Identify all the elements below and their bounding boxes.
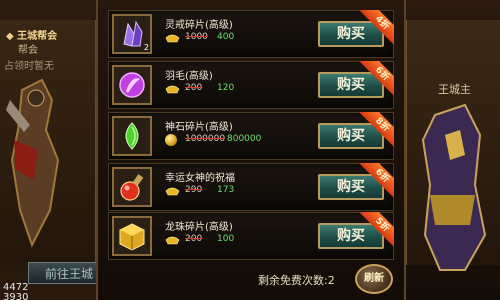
item-name: 羽毛(高级)	[165, 71, 213, 82]
gold-cube-icon	[119, 223, 145, 251]
discount-ribbon: 8折	[356, 112, 394, 150]
stat-number: 3930	[3, 292, 29, 300]
guild-title: ◆ 王城帮会	[6, 31, 58, 42]
original-price: 200	[185, 234, 203, 244]
item-name: 灵戒碎片(高级)	[165, 20, 233, 31]
gold-ingot-icon	[165, 85, 180, 94]
item-name: 神石碎片(高级)	[165, 122, 233, 133]
discount-label: 8折	[358, 112, 394, 149]
shop-item: 2 灵戒碎片(高级) 1000 400 购买 4折	[108, 10, 394, 58]
feather-orb-icon	[119, 72, 145, 98]
item-icon-frame[interactable]	[112, 65, 152, 105]
discount-label: 5折	[358, 212, 394, 249]
original-price: 1000	[185, 32, 208, 42]
discount-label: 4折	[358, 10, 394, 47]
shop-item: 龙珠碎片(高级) 200 100 购买 5折	[108, 212, 394, 260]
guild-label: 帮会	[18, 45, 38, 56]
discount-ribbon: 5折	[356, 212, 394, 250]
discount-price: 400	[217, 32, 235, 42]
item-quantity: 2	[143, 43, 149, 52]
discount-ribbon: 4折	[356, 10, 394, 48]
potion-icon	[120, 174, 144, 201]
refresh-button[interactable]: 刷新	[355, 264, 393, 294]
original-price: 200	[185, 83, 203, 93]
shop-item: 神石碎片(高级) 1000000 800000 购买 8折	[108, 112, 394, 160]
item-icon-frame[interactable]: 2	[112, 14, 152, 54]
free-refresh-count: 剩余免费次数:2	[258, 274, 335, 287]
gold-ingot-icon	[165, 187, 180, 196]
discount-price: 100	[217, 234, 235, 244]
game-screen: { "left_panel": { "title": "◆ 王城帮会", "li…	[0, 0, 500, 300]
discount-ribbon: 6折	[356, 61, 394, 99]
item-icon-frame[interactable]	[112, 116, 152, 156]
item-icon-frame[interactable]	[112, 167, 152, 207]
discount-ribbon: 6折	[356, 163, 394, 201]
shop-item: 羽毛(高级) 200 120 购买 6折	[108, 61, 394, 109]
discount-label: 6折	[358, 163, 394, 200]
item-name: 幸运女神的祝福	[165, 173, 235, 184]
discount-price: 173	[217, 185, 235, 195]
castle-lord-character	[421, 103, 487, 271]
original-price: 290	[185, 185, 203, 195]
discount-price: 800000	[227, 134, 262, 144]
original-price: 1000000	[185, 134, 226, 144]
gold-ingot-icon	[165, 34, 180, 43]
item-name: 龙珠碎片(高级)	[165, 222, 233, 233]
shop-item: 幸运女神的祝福 290 173 购买 6折	[108, 163, 394, 211]
gold-ingot-icon	[165, 236, 180, 245]
discount-label: 6折	[358, 61, 394, 98]
green-gem-icon	[125, 122, 139, 150]
warrior-character	[6, 78, 60, 248]
gold-coin-icon	[165, 134, 177, 146]
item-icon-frame[interactable]	[112, 216, 152, 256]
discount-price: 120	[217, 83, 235, 93]
